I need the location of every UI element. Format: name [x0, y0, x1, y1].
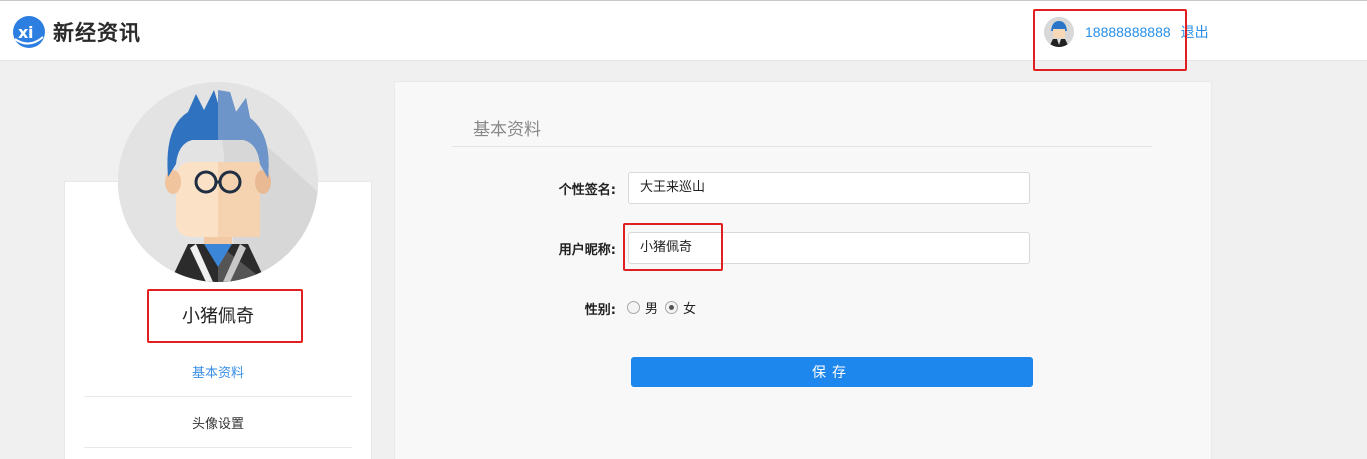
gender-radio-male[interactable] [627, 301, 640, 314]
menu-divider [84, 447, 352, 448]
signature-label: 个性签名: [558, 183, 616, 198]
profile-avatar [118, 82, 318, 282]
user-phone-link[interactable]: 18888888888 [1085, 24, 1171, 40]
menu-divider [84, 396, 352, 397]
gender-label: 性别: [584, 303, 616, 318]
sidebar-item-avatar-settings[interactable]: 头像设置 [84, 413, 352, 432]
nickname-label: 用户昵称: [558, 243, 616, 258]
sidebar-item-basic-info[interactable]: 基本资料 [84, 362, 352, 381]
top-header: x i 新经资讯 18888888888 退出 [0, 0, 1367, 61]
logo-icon: x i [12, 15, 46, 49]
nickname-input[interactable]: 小猪佩奇 [628, 232, 1030, 264]
section-title: 基本资料 [473, 120, 541, 140]
svg-text:i: i [28, 23, 33, 42]
user-avatar[interactable] [1044, 17, 1074, 47]
logo[interactable]: x i 新经资讯 [12, 15, 141, 49]
gender-radio-female[interactable] [665, 301, 679, 314]
save-button[interactable]: 保存 [631, 357, 1033, 387]
section-divider [452, 146, 1152, 147]
logo-text: 新经资讯 [53, 20, 141, 45]
gender-option-male: 男 [645, 302, 659, 317]
gender-radio-group: 男 女 [627, 298, 703, 317]
profile-nickname: 小猪佩奇 [182, 306, 254, 327]
logout-link[interactable]: 退出 [1181, 22, 1209, 42]
signature-input[interactable]: 大王来巡山 [628, 172, 1030, 204]
gender-option-female: 女 [683, 302, 697, 317]
user-area: 18888888888 退出 [1044, 17, 1209, 47]
